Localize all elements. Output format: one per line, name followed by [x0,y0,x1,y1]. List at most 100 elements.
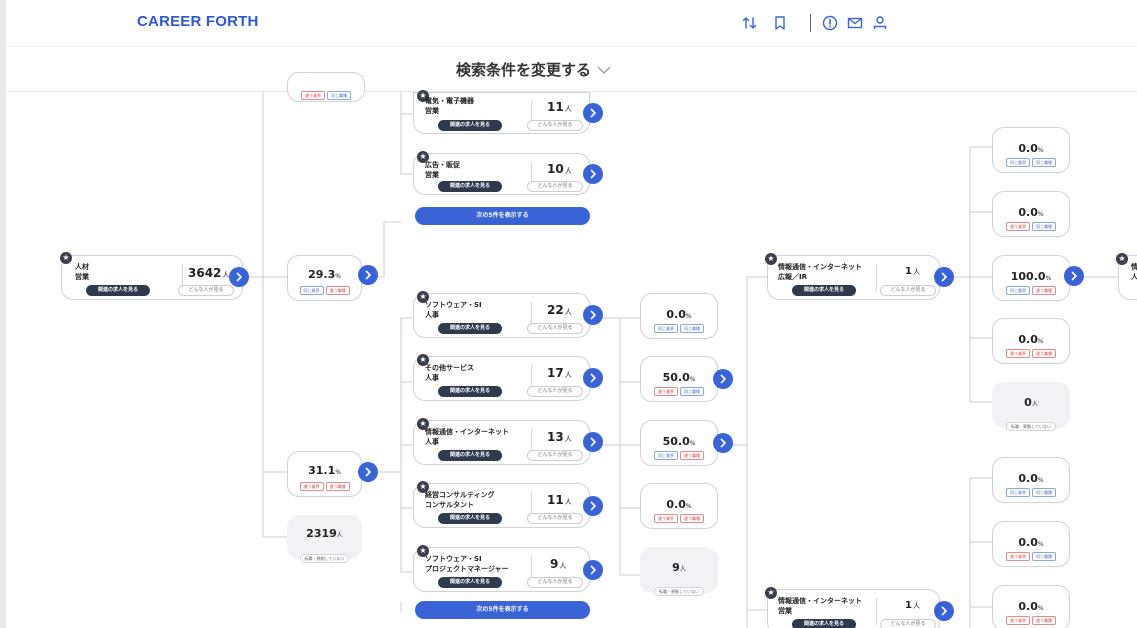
related-jobs-button[interactable]: 関連の求人を見る [438,513,502,524]
related-jobs-button[interactable]: 関連の求人を見る [792,285,856,296]
job-card[interactable]: ★ 経営コンサルティング コンサルタント 関連の求人を見る 11人 どんな人が見… [413,481,590,528]
show-next-button[interactable]: 次の5件を表示する [415,207,590,225]
related-jobs-button[interactable]: 関連の求人を見る [438,577,502,588]
expand-arrow-button[interactable] [583,305,603,325]
expand-arrow-button[interactable] [934,601,954,621]
stat-count: 0人 [1024,396,1038,409]
stat-card-same-industry-diff-role[interactable]: 29.3% 同じ業界 違う職種 [287,255,362,301]
search-condition-bar[interactable]: 検索条件を変更する [6,47,1137,92]
star-icon[interactable]: ★ [60,252,72,264]
who-views-button[interactable]: どんな人が見る [527,577,583,588]
job-title: 情報通信・インターネット 人事 [425,428,509,446]
stat-card-diff-industry-diff-role[interactable]: 31.1% 違う業界 違う職種 [287,451,362,497]
user-icon[interactable] [870,13,890,33]
stat-card-diff-industry-same-role[interactable]: 50.0% 違う業界 同じ職種 [640,356,718,402]
related-jobs-button[interactable]: 関連の求人を見る [438,120,502,131]
logo[interactable]: CAREER FORTH [137,13,259,30]
stat-card-same-industry-same-role[interactable]: 0.0% 同じ業界 同じ職種 [640,293,718,339]
job-card[interactable]: ★ ソフトウェア・SI プロジェクトマネージャー 関連の求人を見る 9人 どんな… [413,545,590,592]
star-icon[interactable]: ★ [765,587,777,599]
stat-card-same-industry-same-role[interactable]: 0.0% 同じ業界 同じ職種 [992,127,1070,173]
expand-arrow-button[interactable] [583,103,603,123]
who-views-button[interactable]: どんな人が見る [527,181,583,192]
stat-card-same-industry-diff-role[interactable]: 0.0% 違う業界 違う職種 [992,585,1070,628]
stat-card-diff-industry-diff-role[interactable]: 0.0% 違う業界 違う職種 [992,318,1070,364]
job-card[interactable]: ★ 電気・電子機器 営業 関連の求人を見る 11人 どんな人が見る [413,90,590,134]
expand-arrow-button[interactable] [713,433,733,453]
stat-card-no-change[interactable]: 0人 転職・異動していない [992,382,1070,431]
show-next-button[interactable]: 次の5件を表示する [415,601,590,619]
stat-percent: 0.0% [666,308,692,321]
job-card[interactable]: ★ 広告・販促 営業 関連の求人を見る 10人 どんな人が見る [413,151,590,195]
job-card[interactable]: ★ 情報通信・インターネット 営業 関連の求人を見る 1人 どんな人が見る [765,587,940,628]
who-views-button[interactable]: どんな人が見る [527,120,583,131]
expand-arrow-button[interactable] [583,368,603,388]
stat-percent: 50.0% [662,371,696,384]
stat-card-diff-industry-diff-role[interactable]: 0.0% 違う業界 違う職種 [640,483,718,529]
expand-arrow-button[interactable] [583,496,603,516]
expand-arrow-button[interactable] [934,267,954,287]
expand-arrow-button[interactable] [229,267,249,287]
job-count: 22人 [547,303,572,317]
job-card-cropped[interactable]: ★ 情 人 [1116,253,1137,300]
bookmark-icon[interactable] [770,13,790,33]
who-views-button[interactable]: どんな人が見る [527,386,583,397]
stat-percent: 31.1% [308,464,341,477]
stat-card-no-change[interactable]: 9人 転職・異動していない [640,547,718,596]
expand-arrow-button[interactable] [583,164,603,184]
who-views-button[interactable]: どんな人が見る [178,285,234,296]
who-views-button[interactable]: どんな人が見る [880,285,936,296]
expand-arrow-button[interactable] [713,369,733,389]
level1-card-cropped[interactable]: 違う業界 同じ職種 [287,72,365,102]
mail-icon[interactable] [845,13,865,33]
stat-percent: 0.0% [1018,536,1044,549]
related-jobs-button[interactable]: 関連の求人を見る [438,323,502,334]
expand-arrow-button[interactable] [583,560,603,580]
job-title: ソフトウェア・SI プロジェクトマネージャー [425,555,509,573]
job-title: 情報通信・インターネット 広報／IR [778,263,862,281]
expand-arrow-button[interactable] [583,432,603,452]
expand-arrow-button[interactable] [358,462,378,482]
star-icon[interactable]: ★ [1116,253,1128,265]
stat-count: 2319人 [306,527,343,540]
career-tree: 違う業界 同じ職種 ★ 人材 営業 関連の求人を見る 3642人 どんな人が見る … [6,72,1137,628]
who-views-button[interactable]: どんな人が見る [527,513,583,524]
expand-arrow-button[interactable] [358,265,378,285]
who-views-button[interactable]: どんな人が見る [880,619,936,628]
related-jobs-button[interactable]: 関連の求人を見る [438,181,502,192]
stat-card-no-change[interactable]: 2319人 転職・異動していない [287,515,362,563]
info-icon[interactable] [820,13,840,33]
related-jobs-button[interactable]: 関連の求人を見る [86,285,150,296]
tag-same-role: 同じ職種 [680,387,704,396]
stat-count: 9人 [672,561,686,574]
star-icon[interactable]: ★ [765,253,777,265]
expand-arrow-button[interactable] [1064,266,1084,286]
stat-card-diff-industry-same-role[interactable]: 0.0% 違う業界 同じ職種 [992,521,1070,567]
job-count: 1人 [905,266,920,277]
who-views-button[interactable]: どんな人が見る [527,323,583,334]
tag-diff-role: 違う職種 [680,451,704,460]
related-jobs-button[interactable]: 関連の求人を見る [438,386,502,397]
job-card[interactable]: ★ その他サービス 人事 関連の求人を見る 17人 どんな人が見る [413,354,590,401]
no-change-label: 転職・異動していない [1006,422,1056,431]
tag-same-industry: 同じ業界 [654,451,678,460]
tag-same-industry: 同じ業界 [654,324,678,333]
stat-card-same-industry-same-role[interactable]: 0.0% 同じ業界 同じ職種 [992,457,1070,503]
root-job-card[interactable]: ★ 人材 営業 関連の求人を見る 3642人 どんな人が見る [60,252,243,300]
job-card[interactable]: ★ 情報通信・インターネット 広報／IR 関連の求人を見る 1人 どんな人が見る [765,253,940,300]
app-frame: CAREER FORTH 検索条件を変更する 違う業界 同じ職種 ★ 人材 営業… [0,0,1137,628]
job-title: 人材 営業 [75,263,89,281]
job-card[interactable]: ★ 情報通信・インターネット 人事 関連の求人を見る 13人 どんな人が見る [413,418,590,465]
tag-same-industry: 同じ業界 [1006,158,1030,167]
job-card[interactable]: ★ ソフトウェア・SI 人事 関連の求人を見る 22人 どんな人が見る [413,291,590,338]
stat-card-diff-industry-same-role[interactable]: 0.0% 違う業界 同じ職種 [992,191,1070,237]
stat-percent: 0.0% [1018,333,1044,346]
stat-card-same-industry-diff-role[interactable]: 50.0% 同じ業界 違う職種 [640,420,718,466]
stat-card-same-industry-diff-role[interactable]: 100.0% 同じ業界 違う職種 [992,255,1070,301]
related-jobs-button[interactable]: 関連の求人を見る [438,450,502,461]
tag-diff-industry: 違う業界 [654,514,678,523]
sort-icon[interactable] [740,13,760,33]
who-views-button[interactable]: どんな人が見る [527,450,583,461]
job-title: その他サービス 人事 [425,364,474,382]
related-jobs-button[interactable]: 関連の求人を見る [792,619,856,628]
